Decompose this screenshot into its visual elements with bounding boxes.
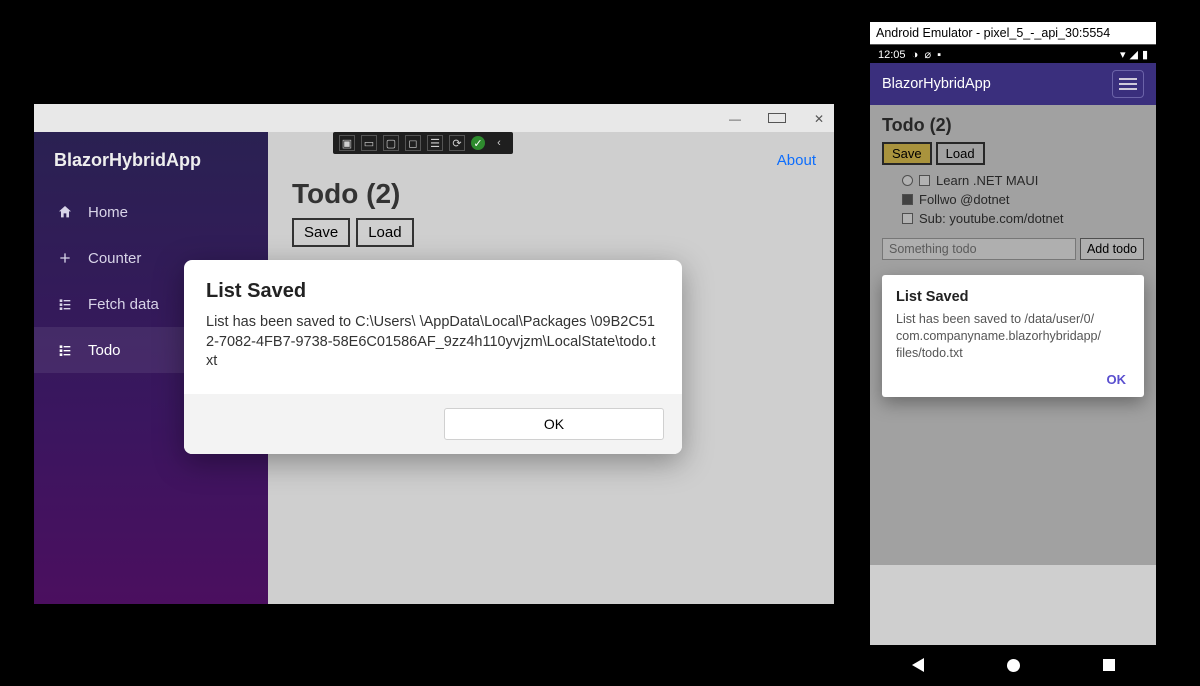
minimize-button[interactable] xyxy=(726,110,744,126)
list-icon xyxy=(56,341,74,359)
debug-refresh-icon[interactable]: ⟳ xyxy=(449,135,465,151)
app-bar: BlazorHybridApp xyxy=(870,63,1156,105)
debug-screenshot-icon[interactable]: ▭ xyxy=(361,135,377,151)
back-button[interactable] xyxy=(912,658,924,672)
dialog-title: List Saved xyxy=(896,289,1130,305)
page-title: Todo (2) xyxy=(882,115,1144,136)
debug-toolbar[interactable]: ▣ ▭ ▢ ◻ ☰ ⟳ ✓ ‹ xyxy=(333,132,513,154)
checkbox-icon[interactable] xyxy=(919,175,930,186)
debug-chevron-left-icon[interactable]: ‹ xyxy=(491,135,507,151)
status-bar: 12:05 ◑ ⌀ ▪ ▾ ◢ ▮ xyxy=(870,45,1156,63)
debug-select-icon[interactable]: ▣ xyxy=(339,135,355,151)
sidebar-item-label: Todo xyxy=(88,342,121,359)
list-item-label: Follwo @dotnet xyxy=(919,192,1010,207)
save-button[interactable]: Save xyxy=(882,142,932,165)
load-button[interactable]: Load xyxy=(936,142,985,165)
dialog-title: List Saved xyxy=(206,280,660,303)
checkbox-icon[interactable] xyxy=(902,194,913,205)
dialog-ok-button[interactable]: OK xyxy=(896,362,1130,389)
plus-icon xyxy=(56,249,74,267)
sidebar-item-home[interactable]: Home xyxy=(34,189,268,235)
wifi-icon: ▾ xyxy=(1120,48,1126,61)
dialog-ok-button[interactable]: OK xyxy=(444,408,664,440)
close-button[interactable] xyxy=(810,110,828,126)
sidebar-item-label: Fetch data xyxy=(88,296,159,313)
emulator-title: Android Emulator - pixel_5_-_api_30:5554 xyxy=(870,22,1156,45)
debug-tree-icon[interactable]: ☰ xyxy=(427,135,443,151)
android-emulator: Android Emulator - pixel_5_-_api_30:5554… xyxy=(870,22,1156,685)
app-bar-title: BlazorHybridApp xyxy=(882,76,991,92)
alert-dialog: List Saved List has been saved to C:\Use… xyxy=(184,260,682,454)
radio-icon[interactable] xyxy=(902,175,913,186)
hamburger-button[interactable] xyxy=(1112,70,1144,98)
list-icon xyxy=(56,295,74,313)
list-item-label: Learn .NET MAUI xyxy=(936,173,1038,188)
status-time: 12:05 xyxy=(878,49,906,61)
save-button[interactable]: Save xyxy=(292,218,350,247)
load-button[interactable]: Load xyxy=(356,218,413,247)
status-debug-icon: ⌀ xyxy=(924,49,931,61)
list-item[interactable]: Sub: youtube.com/dotnet xyxy=(902,209,1144,228)
android-page: Todo (2) Save Load Learn .NET MAUI Follw… xyxy=(870,105,1156,565)
signal-icon: ◢ xyxy=(1129,48,1137,61)
page-title: Todo (2) xyxy=(292,178,810,210)
battery-icon: ▮ xyxy=(1142,48,1148,61)
list-item[interactable]: Learn .NET MAUI xyxy=(902,171,1144,190)
dialog-message: List has been saved to C:\Users\ \AppDat… xyxy=(206,313,660,372)
alert-dialog: List Saved List has been saved to /data/… xyxy=(882,275,1144,397)
add-todo-input[interactable] xyxy=(882,238,1076,260)
maximize-button[interactable] xyxy=(768,113,786,123)
debug-box-icon[interactable]: ◻ xyxy=(405,135,421,151)
todo-list: Learn .NET MAUI Follwo @dotnet Sub: yout… xyxy=(882,171,1144,228)
sidebar-item-label: Counter xyxy=(88,250,141,267)
list-item[interactable]: Follwo @dotnet xyxy=(902,190,1144,209)
status-notification-icon: ◑ xyxy=(912,49,919,61)
about-link[interactable]: About xyxy=(777,152,816,169)
debug-check-icon[interactable]: ✓ xyxy=(471,136,485,150)
home-icon xyxy=(56,203,74,221)
add-todo-button[interactable]: Add todo xyxy=(1080,238,1144,260)
home-button[interactable] xyxy=(1007,659,1020,672)
brand-title: BlazorHybridApp xyxy=(34,150,268,189)
checkbox-icon[interactable] xyxy=(902,213,913,224)
recents-button[interactable] xyxy=(1103,659,1115,671)
dialog-message: List has been saved to /data/user/0/ com… xyxy=(896,311,1130,362)
debug-display-icon[interactable]: ▢ xyxy=(383,135,399,151)
android-nav-bar xyxy=(870,645,1156,685)
sidebar-item-label: Home xyxy=(88,204,128,221)
status-app-icon: ▪ xyxy=(937,49,941,61)
list-item-label: Sub: youtube.com/dotnet xyxy=(919,211,1064,226)
title-bar xyxy=(34,104,834,132)
